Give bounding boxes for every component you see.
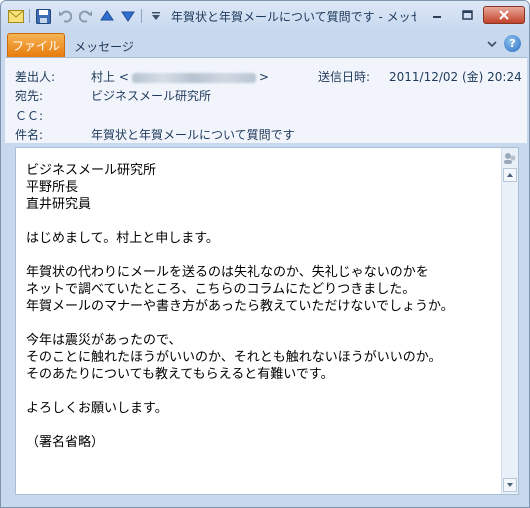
quick-access-toolbar — [7, 7, 164, 25]
email-window: 年賀状と年賀メールについて質問です - メッセ... ファイル メッセージ ? … — [0, 0, 530, 508]
toolbar-separator — [29, 9, 30, 23]
scrollbar-track[interactable] — [504, 184, 516, 474]
chevron-down-icon[interactable] — [485, 37, 499, 51]
vertical-scrollbar[interactable] — [501, 148, 518, 494]
to-value[interactable]: ビジネスメール研究所 — [91, 87, 211, 104]
subject-label: 件名: — [15, 128, 44, 142]
window-controls — [423, 6, 525, 24]
window-title: 年賀状と年賀メールについて質問です - メッセ... — [171, 10, 416, 24]
next-item-icon[interactable] — [119, 8, 136, 25]
tab-message[interactable]: メッセージ — [71, 35, 137, 57]
scroll-up-button[interactable] — [503, 168, 517, 182]
to-label: 宛先: — [15, 89, 44, 103]
close-button[interactable] — [483, 6, 525, 24]
title-bar: 年賀状と年賀メールについて質問です - メッセ... — [1, 1, 529, 31]
cc-label: ＣＣ: — [15, 109, 44, 123]
redo-icon[interactable] — [77, 8, 94, 25]
subject-value: 年賀状と年賀メールについて質問です — [91, 128, 295, 142]
from-tail: > — [258, 70, 269, 84]
from-label: 差出人: — [15, 70, 56, 84]
redacted-email — [131, 72, 256, 83]
help-icon[interactable]: ? — [504, 35, 521, 52]
customize-toolbar-icon[interactable] — [147, 8, 164, 25]
from-name: 村上 < — [91, 70, 129, 84]
save-icon[interactable] — [35, 8, 52, 25]
maximize-button[interactable] — [453, 6, 481, 24]
body-text: ビジネスメール研究所 平野所長 直井研究員 はじめまして。村上と申します。 年賀… — [26, 163, 454, 450]
toolbar-separator — [141, 9, 142, 23]
from-value[interactable]: 村上 < > — [91, 68, 269, 85]
minimize-button[interactable] — [423, 6, 451, 24]
previous-item-icon[interactable] — [98, 8, 115, 25]
sent-label: 送信日時: — [318, 70, 371, 84]
scroll-down-button[interactable] — [503, 478, 517, 492]
mail-envelope-icon[interactable] — [7, 8, 24, 25]
undo-icon[interactable] — [56, 8, 73, 25]
sent-value: 2011/12/02 (金) 20:24 — [389, 70, 522, 84]
message-body[interactable]: ビジネスメール研究所 平野所長 直井研究員 はじめまして。村上と申します。 年賀… — [15, 147, 519, 495]
people-pane-icon[interactable] — [503, 151, 517, 165]
tab-file[interactable]: ファイル — [7, 33, 65, 57]
message-header: 差出人: 村上 < > 送信日時: 2011/12/02 (金) 20:24 宛先… — [5, 57, 527, 143]
ribbon-tab-row: ファイル メッセージ ? — [1, 31, 529, 57]
